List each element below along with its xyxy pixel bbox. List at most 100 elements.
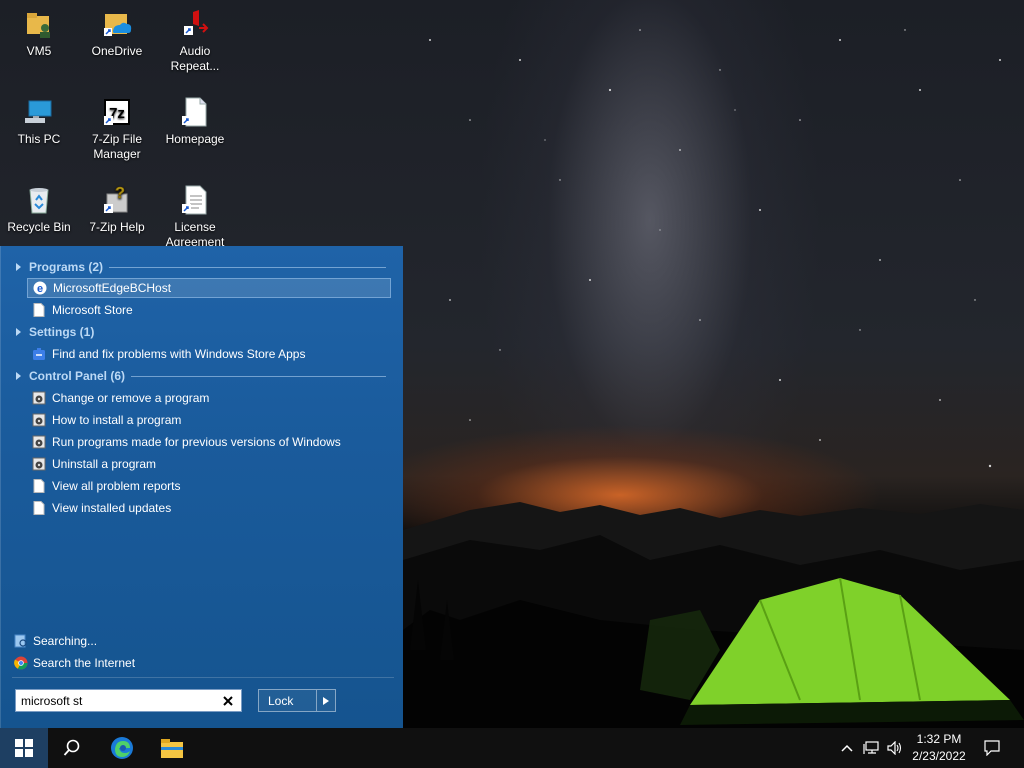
- onedrive-folder-icon: [104, 14, 132, 36]
- desktop-icon-recycle-bin[interactable]: Recycle Bin: [1, 184, 77, 235]
- 7zip-icon: 7z: [104, 99, 130, 125]
- searching-label: Searching...: [33, 634, 98, 648]
- recycle-bin-icon: [29, 188, 49, 214]
- svg-text:e: e: [37, 283, 43, 295]
- edge-icon: e: [33, 281, 47, 295]
- result-item-label: View all problem reports: [52, 479, 181, 493]
- windows-logo-icon: [15, 739, 33, 757]
- search-internet-label: Search the Internet: [33, 656, 136, 670]
- clock-time: 1:32 PM: [916, 732, 962, 746]
- programs-icon: [32, 457, 46, 471]
- result-item-label: Run programs made for previous versions …: [52, 435, 341, 449]
- user-folder-icon: [27, 13, 50, 38]
- section-header-settings[interactable]: Settings (1): [16, 323, 386, 341]
- lock-button-label: Lock: [268, 693, 294, 708]
- troubleshoot-icon: [33, 348, 45, 360]
- desktop-icon-audio-repeater[interactable]: Audio Repeat...: [157, 8, 233, 74]
- programs-icon: [32, 435, 46, 449]
- search-icon: [63, 739, 80, 756]
- desktop-icon-label: VM5: [26, 44, 52, 58]
- document-icon: [33, 479, 45, 493]
- section-header-label: Control Panel (6): [29, 369, 126, 383]
- start-search-input[interactable]: [16, 692, 218, 709]
- start-menu-divider: [12, 677, 394, 678]
- notification-icon: [984, 740, 1000, 756]
- desktop-icon-homepage[interactable]: Homepage: [157, 96, 233, 147]
- result-item-label: MicrosoftEdgeBCHost: [53, 281, 172, 295]
- programs-icon: [32, 413, 46, 427]
- text-document-icon: [182, 185, 207, 215]
- searching-status: Searching...: [14, 632, 97, 650]
- action-center-button[interactable]: [978, 728, 1006, 768]
- result-item-label: Uninstall a program: [52, 457, 157, 471]
- audio-repeater-icon: [184, 10, 209, 35]
- clock-date: 2/23/2022: [912, 749, 966, 763]
- search-files-icon: [14, 634, 27, 648]
- show-hidden-icons-button[interactable]: [838, 728, 856, 768]
- edge-icon: [111, 737, 133, 759]
- document-icon: [33, 501, 45, 515]
- result-item-view-installed-updates[interactable]: View installed updates: [27, 498, 391, 518]
- chevron-right-icon: [323, 696, 329, 705]
- result-item-run-previous-versions[interactable]: Run programs made for previous versions …: [27, 432, 391, 452]
- desktop-icon-label: This PC: [17, 132, 61, 146]
- desktop-icon-license-agreement[interactable]: License Agreement: [157, 184, 233, 250]
- desktop-icon-7zip-file-manager[interactable]: 7z 7-Zip File Manager: [79, 96, 155, 162]
- folder-icon: [161, 739, 183, 758]
- svg-text:?: ?: [115, 185, 125, 202]
- section-divider: [109, 267, 386, 268]
- start-button[interactable]: [0, 728, 48, 768]
- network-icon: [863, 741, 879, 754]
- chrome-icon: [14, 656, 28, 670]
- result-item-label: How to install a program: [52, 413, 182, 427]
- taskbar-search-button[interactable]: [48, 728, 96, 768]
- desktop-icon-7zip-help[interactable]: ? 7-Zip Help: [79, 184, 155, 235]
- result-item-label: Microsoft Store: [52, 303, 133, 317]
- desktop-icon-vm5[interactable]: VM5: [1, 8, 77, 59]
- taskbar-clock[interactable]: 1:32 PM 2/23/2022: [904, 731, 974, 765]
- desktop-icon-label: OneDrive: [91, 44, 143, 58]
- start-menu: Programs (2) e MicrosoftEdgeBCHost Micro…: [0, 246, 403, 728]
- taskbar-file-explorer-button[interactable]: [148, 728, 196, 768]
- taskbar-edge-button[interactable]: [98, 728, 146, 768]
- close-icon[interactable]: [221, 694, 235, 708]
- expand-arrow-icon: [16, 328, 21, 336]
- network-tray-button[interactable]: [860, 728, 882, 768]
- speaker-icon: [887, 741, 902, 755]
- document-icon: [33, 303, 45, 317]
- result-item-view-problem-reports[interactable]: View all problem reports: [27, 476, 391, 496]
- result-item-microsoft-store[interactable]: Microsoft Store: [27, 300, 391, 320]
- desktop-icon-label: 7-Zip File Manager: [91, 132, 142, 161]
- volume-tray-button[interactable]: [884, 728, 906, 768]
- expand-arrow-icon: [16, 263, 21, 271]
- result-item-label: Change or remove a program: [52, 391, 210, 405]
- result-item-label: View installed updates: [52, 501, 172, 515]
- result-item-find-fix-store-apps[interactable]: Find and fix problems with Windows Store…: [27, 344, 391, 364]
- section-header-label: Programs (2): [29, 260, 104, 274]
- expand-arrow-icon: [16, 372, 21, 380]
- result-item-change-remove-program[interactable]: Change or remove a program: [27, 388, 391, 408]
- section-divider: [131, 376, 386, 377]
- start-search-box[interactable]: [15, 689, 242, 712]
- desktop-icon-label: Homepage: [165, 132, 225, 146]
- section-header-label: Settings (1): [29, 325, 95, 339]
- lock-button[interactable]: Lock: [258, 689, 336, 712]
- desktop-icon-label: 7-Zip Help: [89, 220, 145, 234]
- result-item-how-to-install[interactable]: How to install a program: [27, 410, 391, 430]
- result-item-microsoftedgebchost[interactable]: e MicrosoftEdgeBCHost: [27, 278, 391, 298]
- document-shortcut-icon: [182, 97, 207, 127]
- desktop-icon-label: Audio Repeat...: [170, 44, 220, 73]
- desktop-icon-this-pc[interactable]: This PC: [1, 96, 77, 147]
- result-item-uninstall-program[interactable]: Uninstall a program: [27, 454, 391, 474]
- computer-icon: [25, 100, 52, 123]
- search-internet-link[interactable]: Search the Internet: [14, 654, 135, 672]
- chevron-up-icon: [841, 744, 853, 752]
- section-header-control-panel[interactable]: Control Panel (6): [16, 367, 386, 385]
- result-item-label: Find and fix problems with Windows Store…: [52, 347, 306, 361]
- section-header-programs[interactable]: Programs (2): [16, 258, 386, 276]
- help-file-icon: ?: [104, 185, 128, 213]
- lock-options-button[interactable]: [317, 696, 335, 705]
- taskbar: 1:32 PM 2/23/2022: [0, 728, 1024, 768]
- programs-icon: [32, 391, 46, 405]
- desktop-icon-onedrive[interactable]: OneDrive: [79, 8, 155, 59]
